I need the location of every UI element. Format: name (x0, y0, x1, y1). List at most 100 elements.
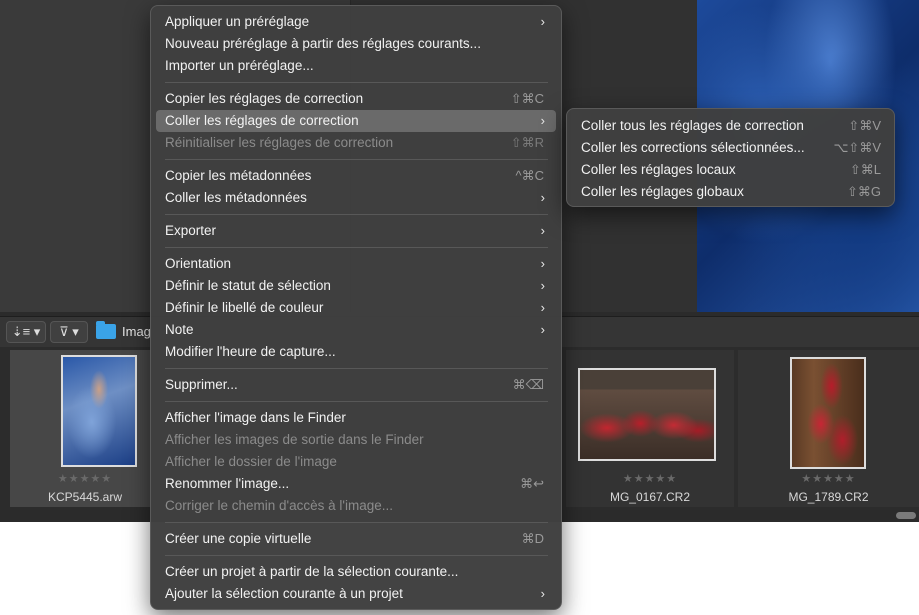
menu-separator (165, 82, 548, 83)
menu-item-copie-virtuelle[interactable]: Créer une copie virtuelle ⌘D (156, 528, 556, 550)
menu-item-label: Copier les métadonnées (165, 168, 312, 183)
menu-item-copier-metadonnees[interactable]: Copier les métadonnées ^⌘C (156, 165, 556, 187)
menu-item-label: Modifier l'heure de capture... (165, 344, 336, 359)
menu-item-renommer[interactable]: Renommer l'image... ⌘↩ (156, 473, 556, 495)
menu-item-label: Supprimer... (165, 377, 238, 392)
submenu-item-shortcut: ⌥⇧⌘V (833, 140, 881, 155)
menu-item-reinitialiser-reglages: Réinitialiser les réglages de correction… (156, 132, 556, 154)
thumbnail-image[interactable] (61, 355, 137, 467)
menu-item-label: Créer une copie virtuelle (165, 531, 312, 546)
menu-item-copier-reglages[interactable]: Copier les réglages de correction ⇧⌘C (156, 88, 556, 110)
submenu-item-label: Coller tous les réglages de correction (581, 118, 804, 133)
submenu-item-shortcut: ⇧⌘G (846, 184, 881, 199)
thumbnail-image[interactable] (790, 357, 866, 469)
submenu-item-coller-locaux[interactable]: Coller les réglages locaux ⇧⌘L (572, 159, 889, 181)
menu-item-afficher-dossier: Afficher le dossier de l'image (156, 451, 556, 473)
thumbnail-cell[interactable]: ★★★★★ MG_1789.CR2 (738, 350, 919, 507)
menu-item-label: Copier les réglages de correction (165, 91, 364, 106)
menu-item-importer-prereglage[interactable]: Importer un préréglage... (156, 55, 556, 77)
menu-item-supprimer[interactable]: Supprimer... ⌘⌫ (156, 374, 556, 396)
menu-separator (165, 555, 548, 556)
submenu-item-coller-selectionnees[interactable]: Coller les corrections sélectionnées... … (572, 137, 889, 159)
horizontal-scrollbar[interactable] (896, 512, 916, 519)
submenu-item-shortcut: ⇧⌘V (848, 118, 881, 133)
submenu-item-coller-tous[interactable]: Coller tous les réglages de correction ⇧… (572, 115, 889, 137)
menu-item-orientation[interactable]: Orientation › (156, 253, 556, 275)
menu-separator (165, 247, 548, 248)
menu-item-label: Coller les métadonnées (165, 190, 307, 205)
menu-item-coller-reglages[interactable]: Coller les réglages de correction › (156, 110, 556, 132)
filter-button[interactable]: ⊽ ▾ (50, 321, 88, 343)
submenu-item-label: Coller les corrections sélectionnées... (581, 140, 805, 155)
menu-separator (165, 214, 548, 215)
sort-button[interactable]: ⇣≡ ▾ (6, 321, 46, 343)
menu-item-label: Créer un projet à partir de la sélection… (165, 564, 459, 579)
menu-item-coller-metadonnees[interactable]: Coller les métadonnées › (156, 187, 556, 209)
menu-item-label: Renommer l'image... (165, 476, 290, 491)
chevron-right-icon: › (540, 586, 545, 601)
chevron-right-icon: › (540, 14, 545, 29)
menu-item-label: Corriger le chemin d'accès à l'image... (165, 498, 393, 513)
menu-item-label: Appliquer un préréglage (165, 14, 310, 29)
menu-item-afficher-sortie-finder: Afficher les images de sortie dans le Fi… (156, 429, 556, 451)
menu-item-shortcut: ⌘D (521, 531, 544, 546)
chevron-right-icon: › (540, 256, 545, 271)
context-menu: Appliquer un préréglage › Nouveau prérég… (150, 5, 562, 610)
menu-item-exporter[interactable]: Exporter › (156, 220, 556, 242)
menu-item-label: Orientation (165, 256, 232, 271)
menu-item-nouveau-prereglage[interactable]: Nouveau préréglage à partir des réglages… (156, 33, 556, 55)
menu-item-label: Exporter (165, 223, 217, 238)
menu-item-label: Définir le statut de sélection (165, 278, 331, 293)
rating-stars[interactable]: ★★★★★ (10, 472, 160, 485)
chevron-right-icon: › (540, 223, 545, 238)
menu-item-note[interactable]: Note › (156, 319, 556, 341)
chevron-right-icon: › (540, 322, 545, 337)
thumbnail-image[interactable] (578, 368, 716, 461)
menu-item-shortcut: ⇧⌘C (510, 91, 544, 106)
folder-label[interactable]: Imag (122, 324, 151, 339)
filter-icon: ⊽ ▾ (59, 324, 79, 339)
menu-item-afficher-finder[interactable]: Afficher l'image dans le Finder (156, 407, 556, 429)
chevron-right-icon: › (540, 300, 545, 315)
paste-adjustments-submenu: Coller tous les réglages de correction ⇧… (566, 108, 895, 207)
thumbnail-filename: KCP5445.arw (47, 490, 123, 504)
menu-item-label: Afficher le dossier de l'image (165, 454, 337, 469)
menu-item-ajouter-projet[interactable]: Ajouter la sélection courante à un proje… (156, 583, 556, 605)
menu-item-corriger-chemin: Corriger le chemin d'accès à l'image... (156, 495, 556, 517)
thumbnail-filename: MG_0167.CR2 (609, 490, 691, 504)
menu-item-modifier-heure[interactable]: Modifier l'heure de capture... (156, 341, 556, 363)
menu-item-appliquer-prereglage[interactable]: Appliquer un préréglage › (156, 11, 556, 33)
menu-separator (165, 522, 548, 523)
menu-separator (165, 401, 548, 402)
menu-item-label: Nouveau préréglage à partir des réglages… (165, 36, 481, 51)
menu-item-statut-selection[interactable]: Définir le statut de sélection › (156, 275, 556, 297)
rating-stars[interactable]: ★★★★★ (566, 472, 734, 485)
menu-item-label: Importer un préréglage... (165, 58, 314, 73)
menu-item-label: Coller les réglages de correction (165, 113, 359, 128)
sort-icon: ⇣≡ ▾ (11, 324, 41, 339)
chevron-right-icon: › (540, 278, 545, 293)
menu-separator (165, 368, 548, 369)
menu-item-creer-projet[interactable]: Créer un projet à partir de la sélection… (156, 561, 556, 583)
chevron-right-icon: › (540, 190, 545, 205)
rating-stars[interactable]: ★★★★★ (738, 472, 919, 485)
submenu-item-label: Coller les réglages globaux (581, 184, 744, 199)
folder-icon (96, 321, 116, 339)
menu-item-shortcut: ⌘⌫ (512, 377, 544, 392)
menu-item-label: Réinitialiser les réglages de correction (165, 135, 394, 150)
chevron-right-icon: › (540, 113, 545, 128)
submenu-item-shortcut: ⇧⌘L (849, 162, 881, 177)
menu-item-shortcut: ⌘↩ (520, 476, 544, 491)
thumbnail-cell[interactable]: ★★★★★ KCP5445.arw (10, 350, 160, 507)
menu-separator (165, 159, 548, 160)
submenu-item-coller-globaux[interactable]: Coller les réglages globaux ⇧⌘G (572, 181, 889, 203)
thumbnail-cell[interactable]: ★★★★★ MG_0167.CR2 (566, 350, 734, 507)
thumbnail-filename: MG_1789.CR2 (788, 490, 869, 504)
menu-item-label: Afficher les images de sortie dans le Fi… (165, 432, 424, 447)
menu-item-label: Afficher l'image dans le Finder (165, 410, 346, 425)
menu-item-label: Définir le libellé de couleur (165, 300, 324, 315)
menu-item-label: Ajouter la sélection courante à un proje… (165, 586, 403, 601)
submenu-item-label: Coller les réglages locaux (581, 162, 736, 177)
menu-item-shortcut: ^⌘C (515, 168, 545, 183)
menu-item-libelle-couleur[interactable]: Définir le libellé de couleur › (156, 297, 556, 319)
